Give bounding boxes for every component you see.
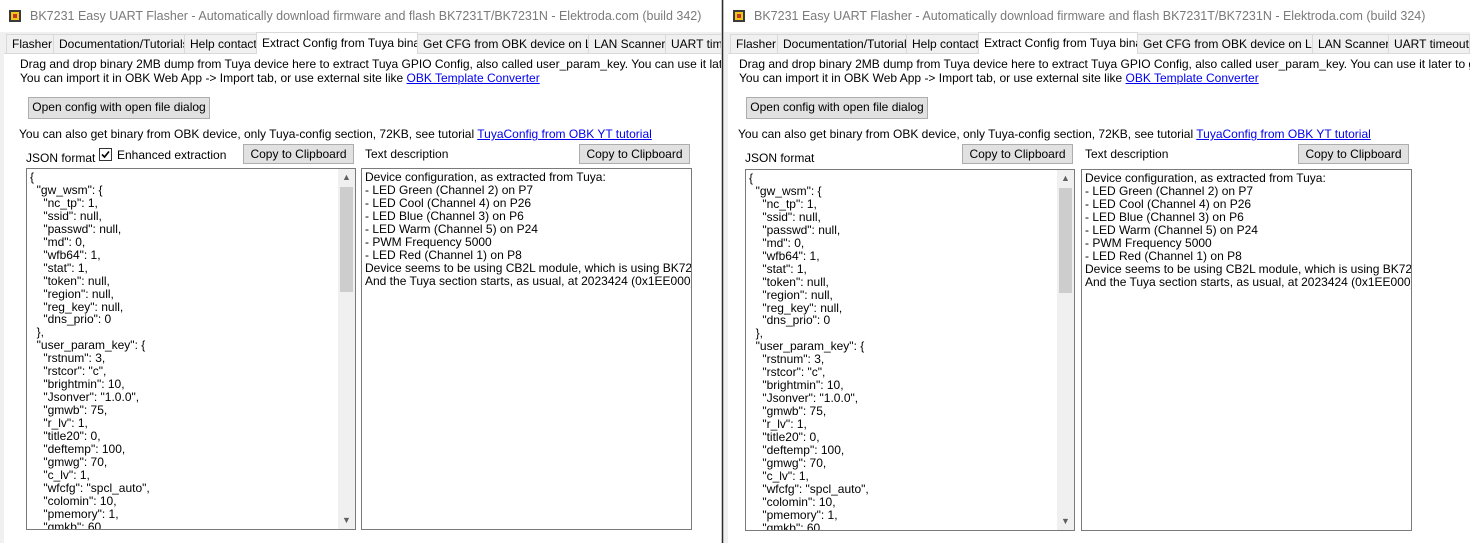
tab-lan-scanner[interactable]: LAN Scanner bbox=[588, 34, 666, 53]
tab-get-cfg-lan[interactable]: Get CFG from OBK device on LAN bbox=[417, 34, 589, 53]
scroll-up-icon[interactable]: ▲ bbox=[1057, 170, 1074, 187]
open-config-button[interactable]: Open config with open file dialog bbox=[28, 97, 210, 119]
tab-uart-timeouts[interactable]: UART timeouts bbox=[1388, 34, 1470, 53]
info-line-2-text: You can import it in OBK Web App -> Impo… bbox=[20, 71, 407, 85]
scroll-thumb[interactable] bbox=[1059, 188, 1072, 293]
scroll-down-icon[interactable]: ▼ bbox=[1057, 513, 1074, 530]
obk-line-text: You can also get binary from OBK device,… bbox=[738, 127, 1197, 141]
text-description-label: Text description bbox=[1085, 147, 1169, 161]
tab-uart-timeouts[interactable]: UART timeouts bbox=[665, 34, 721, 53]
flasher-window-build-324: BK7231 Easy UART Flasher - Automatically… bbox=[723, 0, 1470, 543]
scroll-up-icon[interactable]: ▲ bbox=[338, 169, 355, 186]
copy-text-button[interactable]: Copy to Clipboard bbox=[1298, 144, 1409, 164]
json-textbox[interactable]: { "gw_wsm": { "nc_tp": 1, "ssid": null, … bbox=[26, 168, 356, 530]
tab-extract-config[interactable]: Extract Config from Tuya binary bbox=[978, 32, 1138, 54]
description-textbox[interactable]: Device configuration, as extracted from … bbox=[361, 168, 692, 530]
text-description-label: Text description bbox=[365, 147, 449, 161]
description-content: Device configuration, as extracted from … bbox=[365, 170, 692, 288]
extract-config-page: Drag and drop binary 2MB dump from Tuya … bbox=[4, 53, 721, 543]
flasher-window-build-342: BK7231 Easy UART Flasher - Automatically… bbox=[0, 0, 722, 543]
tab-strip: Flasher Documentation/Tutorials Help con… bbox=[4, 32, 721, 54]
json-scrollbar[interactable]: ▲ ▼ bbox=[338, 169, 355, 529]
app-icon bbox=[9, 10, 21, 22]
enhanced-extraction-checkbox[interactable] bbox=[99, 148, 112, 161]
info-line-1: Drag and drop binary 2MB dump from Tuya … bbox=[739, 57, 1470, 71]
window-title: BK7231 Easy UART Flasher - Automatically… bbox=[754, 9, 1426, 23]
json-content: { "gw_wsm": { "nc_tp": 1, "ssid": null, … bbox=[30, 170, 150, 530]
json-content: { "gw_wsm": { "nc_tp": 1, "ssid": null, … bbox=[749, 171, 869, 531]
scroll-thumb[interactable] bbox=[340, 187, 353, 292]
copy-json-button[interactable]: Copy to Clipboard bbox=[962, 144, 1073, 164]
info-line-2: You can import it in OBK Web App -> Impo… bbox=[20, 71, 540, 85]
checkmark-icon bbox=[101, 150, 110, 159]
tab-help-contact[interactable]: Help contact bbox=[906, 34, 980, 53]
tuyaconfig-tutorial-link[interactable]: TuyaConfig from OBK YT tutorial bbox=[1196, 127, 1371, 141]
json-textbox[interactable]: { "gw_wsm": { "nc_tp": 1, "ssid": null, … bbox=[745, 169, 1075, 531]
description-textbox[interactable]: Device configuration, as extracted from … bbox=[1081, 169, 1412, 531]
tuyaconfig-tutorial-link[interactable]: TuyaConfig from OBK YT tutorial bbox=[477, 127, 652, 141]
description-content: Device configuration, as extracted from … bbox=[1085, 171, 1412, 289]
tab-lan-scanner[interactable]: LAN Scanner bbox=[1312, 34, 1389, 53]
enhanced-extraction-label: Enhanced extraction bbox=[117, 148, 227, 162]
tab-documentation[interactable]: Documentation/Tutorials bbox=[777, 34, 907, 53]
obk-template-converter-link[interactable]: OBK Template Converter bbox=[407, 71, 540, 85]
tab-documentation[interactable]: Documentation/Tutorials bbox=[53, 34, 185, 53]
json-format-label: JSON format bbox=[26, 151, 96, 165]
obk-template-converter-link[interactable]: OBK Template Converter bbox=[1126, 71, 1259, 85]
json-format-label: JSON format bbox=[745, 151, 815, 165]
tab-flasher[interactable]: Flasher bbox=[730, 34, 778, 53]
info-line-2: You can import it in OBK Web App -> Impo… bbox=[739, 71, 1259, 85]
extract-config-page: Drag and drop binary 2MB dump from Tuya … bbox=[728, 53, 1470, 543]
open-config-button[interactable]: Open config with open file dialog bbox=[746, 97, 928, 119]
title-bar[interactable]: BK7231 Easy UART Flasher - Automatically… bbox=[0, 0, 721, 32]
tab-strip: Flasher Documentation/Tutorials Help con… bbox=[728, 32, 1470, 54]
tab-extract-config[interactable]: Extract Config from Tuya binary bbox=[256, 32, 418, 54]
copy-json-button[interactable]: Copy to Clipboard bbox=[243, 144, 354, 164]
window-title: BK7231 Easy UART Flasher - Automatically… bbox=[30, 9, 702, 23]
copy-text-button[interactable]: Copy to Clipboard bbox=[579, 144, 690, 164]
info-line-2-text: You can import it in OBK Web App -> Impo… bbox=[739, 71, 1126, 85]
app-icon bbox=[733, 10, 745, 22]
title-bar[interactable]: BK7231 Easy UART Flasher - Automatically… bbox=[724, 0, 1470, 32]
obk-line: You can also get binary from OBK device,… bbox=[738, 127, 1371, 141]
tab-help-contact[interactable]: Help contact bbox=[184, 34, 258, 53]
obk-line-text: You can also get binary from OBK device,… bbox=[19, 127, 478, 141]
info-line-1: Drag and drop binary 2MB dump from Tuya … bbox=[20, 57, 722, 71]
scroll-down-icon[interactable]: ▼ bbox=[338, 512, 355, 529]
json-scrollbar[interactable]: ▲ ▼ bbox=[1057, 170, 1074, 530]
obk-line: You can also get binary from OBK device,… bbox=[19, 127, 652, 141]
tab-flasher[interactable]: Flasher bbox=[6, 34, 54, 53]
tab-get-cfg-lan[interactable]: Get CFG from OBK device on LAN bbox=[1137, 34, 1313, 53]
